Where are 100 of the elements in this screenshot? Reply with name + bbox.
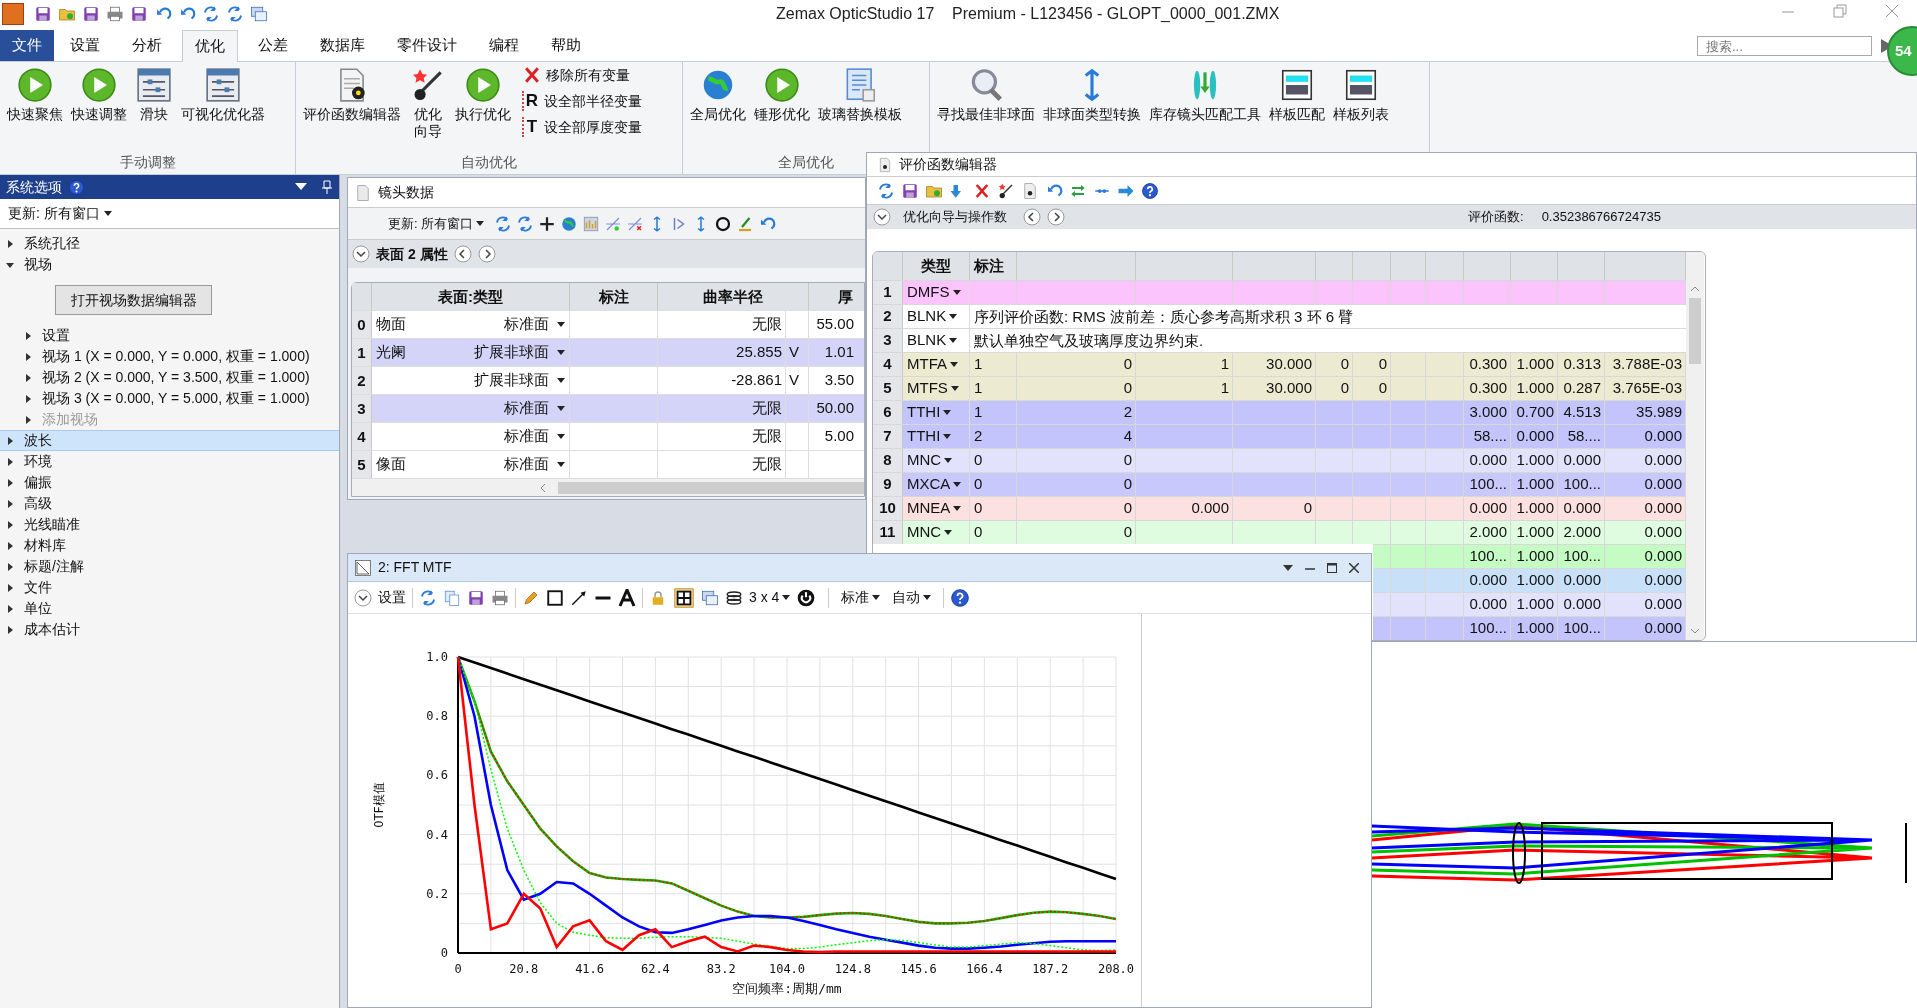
x-tick-label: 145.6 bbox=[900, 962, 937, 976]
table-cell-text: 35.989 bbox=[1636, 402, 1682, 423]
table-cell-text: 无限 bbox=[752, 398, 782, 419]
table-cell-text: 0.700 bbox=[1516, 402, 1554, 423]
table-cell-text: 50.00 bbox=[816, 398, 854, 419]
table-cell-text: 1.000 bbox=[1516, 450, 1554, 471]
table-cell-text: 1.000 bbox=[1516, 570, 1554, 591]
table-cell-text: 100... bbox=[1563, 618, 1601, 639]
x-tick-label: 187.2 bbox=[1032, 962, 1069, 976]
table-cell-text: 0.000 bbox=[1563, 570, 1601, 591]
table-cell-text: 0.000 bbox=[1563, 594, 1601, 615]
table-cell-text: 100... bbox=[1563, 474, 1601, 495]
table-cell-text: 0.000 bbox=[1644, 594, 1682, 615]
table-cell-text: 3.765E-03 bbox=[1612, 378, 1682, 399]
table-cell-text: 30.000 bbox=[1266, 354, 1312, 375]
table-cell-text: 光阑 bbox=[376, 342, 406, 363]
row-number: 1 bbox=[352, 339, 372, 366]
y-tick-label: 0.4 bbox=[426, 827, 448, 842]
table-cell-text: 1.000 bbox=[1516, 498, 1554, 519]
table-cell-text: 2.000 bbox=[1469, 522, 1507, 543]
table-cell-text: 0.000 bbox=[1563, 498, 1601, 519]
table-cell-text: 1.000 bbox=[1516, 546, 1554, 567]
table-cell-text: 0 bbox=[1123, 450, 1132, 471]
table-cell-text: 0 bbox=[974, 498, 983, 519]
table-cell-text: 0 bbox=[1303, 498, 1312, 519]
x-tick-label: 124.8 bbox=[834, 962, 871, 976]
row-number: 2 bbox=[352, 367, 372, 394]
x-axis-label: 空间频率:周期/mm bbox=[732, 981, 842, 996]
table-cell-text: 0 bbox=[1123, 474, 1132, 495]
ribbon-group-label: 全局优化 bbox=[778, 153, 834, 172]
table-cell-text: 0.000 bbox=[1469, 450, 1507, 471]
table-cell-text: 0.313 bbox=[1563, 354, 1601, 375]
table-cell-text: 0 bbox=[1340, 378, 1349, 399]
wizard-title: 优化向导与操作数 bbox=[903, 208, 1007, 227]
table-cell-text: 4.513 bbox=[1563, 402, 1601, 423]
x-tick-label: 62.4 bbox=[640, 962, 670, 976]
table-cell-text: 2.000 bbox=[1563, 522, 1601, 543]
table-cell-text: 0 bbox=[1340, 354, 1349, 375]
table-cell-text: 0.000 bbox=[1516, 426, 1554, 447]
table-cell-text: 3.50 bbox=[824, 370, 854, 391]
x-tick-label: 0 bbox=[454, 962, 462, 976]
properties-title: 表面 2 属性 bbox=[376, 244, 448, 264]
table-cell-text: 0.000 bbox=[1644, 498, 1682, 519]
table-cell-text: 1.000 bbox=[1516, 522, 1554, 543]
row-number: 8 bbox=[873, 449, 903, 472]
row-number: 6 bbox=[873, 401, 903, 424]
table-cell-text: 0.000 bbox=[1644, 618, 1682, 639]
table-cell-text: 100... bbox=[1563, 546, 1601, 567]
table-cell-text: 0.000 bbox=[1644, 522, 1682, 543]
table-cell-text: 2 bbox=[1123, 402, 1132, 423]
row-number: 5 bbox=[873, 377, 903, 400]
x-tick-label: 104.0 bbox=[768, 962, 806, 976]
y-tick-label: 0.2 bbox=[426, 886, 448, 901]
table-cell-text: 0 bbox=[974, 522, 983, 543]
window-title: 2: FFT MTF bbox=[378, 558, 452, 577]
table-cell-text: 无限 bbox=[752, 314, 782, 335]
table-cell-text: 无限 bbox=[752, 454, 782, 475]
table-cell-text: 1.01 bbox=[824, 342, 854, 363]
table-cell-text: 25.855 bbox=[736, 342, 782, 363]
table-cell-text: 100... bbox=[1469, 474, 1507, 495]
table-cell-text: 0.287 bbox=[1563, 378, 1601, 399]
table-cell-text: 4 bbox=[1123, 426, 1132, 447]
table-cell-text: 1 bbox=[974, 378, 983, 399]
table-cell-text: 1 bbox=[1220, 354, 1229, 375]
table-cell-text: 0.000 bbox=[1644, 570, 1682, 591]
ribbon-group-label: 手动调整 bbox=[119, 153, 176, 172]
row-number: 2 bbox=[873, 305, 903, 328]
y-tick-label: 1.0 bbox=[426, 650, 448, 664]
y-tick-label: 0.8 bbox=[426, 709, 448, 724]
table-cell-text: 1 bbox=[974, 354, 983, 375]
comment-text: 默认单独空气及玻璃厚度边界约束. bbox=[973, 331, 1204, 351]
table-cell-text: 100... bbox=[1469, 546, 1507, 567]
row-number: 10 bbox=[873, 497, 903, 520]
table-cell-text: 30.000 bbox=[1266, 378, 1312, 399]
x-tick-label: 166.4 bbox=[966, 962, 1003, 976]
table-cell-text: 0 bbox=[1123, 522, 1132, 543]
table-cell-text: 1.000 bbox=[1516, 354, 1554, 375]
table-cell-text: 0.000 bbox=[1644, 474, 1682, 495]
table-cell-text: 1.000 bbox=[1516, 378, 1554, 399]
table-cell-text: 0.000 bbox=[1469, 594, 1507, 615]
table-cell-text: 0.000 bbox=[1469, 570, 1507, 591]
ribbon-group-label: 自动优化 bbox=[461, 153, 517, 172]
x-tick-label: 20.8 bbox=[509, 962, 539, 976]
table-cell-text: 0 bbox=[1123, 498, 1132, 519]
window-title: 镜头数据 bbox=[378, 183, 434, 202]
table-cell-text: 0 bbox=[1123, 378, 1132, 399]
comment-text: 序列评价函数: RMS 波前差：质心参考高斯求积 3 环 6 臂 bbox=[973, 307, 1354, 327]
table-cell-text: 0.000 bbox=[1644, 546, 1682, 567]
row-number: 4 bbox=[873, 353, 903, 376]
row-number: 3 bbox=[873, 329, 903, 352]
table-cell-text: 58.... bbox=[1473, 426, 1507, 447]
table-cell-text: 0.000 bbox=[1191, 498, 1229, 519]
row-number: 0 bbox=[352, 311, 372, 338]
table-cell-text: 0 bbox=[1123, 354, 1132, 375]
x-tick-label: 41.6 bbox=[575, 962, 605, 976]
x-tick-label: 83.2 bbox=[706, 962, 736, 976]
table-cell-text: 0.000 bbox=[1644, 426, 1682, 447]
table-cell-text: 无限 bbox=[752, 426, 782, 447]
merit-label: 评价函数: bbox=[1468, 208, 1524, 227]
table-cell-text: 像面 bbox=[376, 454, 406, 475]
